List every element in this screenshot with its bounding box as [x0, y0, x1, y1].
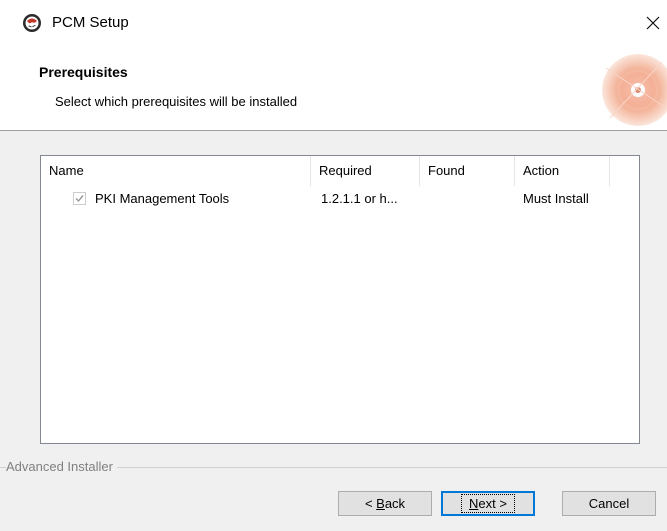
title-bar[interactable]: PCM Setup	[0, 0, 667, 46]
back-button[interactable]: < Back	[338, 491, 432, 516]
cancel-button[interactable]: Cancel	[562, 491, 656, 516]
back-mnemonic: B	[376, 496, 385, 511]
back-rest: ack	[384, 496, 406, 511]
checkmark-icon	[75, 195, 84, 203]
page-subtitle: Select which prerequisites will be insta…	[55, 94, 298, 109]
setup-globe-icon	[22, 13, 42, 33]
prerequisite-required: 1.2.1.1 or h...	[321, 191, 398, 206]
prerequisite-action: Must Install	[523, 191, 589, 206]
list-item[interactable]: PKI Management Tools 1.2.1.1 or h... Mus…	[41, 186, 639, 212]
window-title: PCM Setup	[52, 14, 129, 31]
disc-art-icon	[596, 48, 667, 128]
setup-window: PCM Setup Prerequisites Select which pre…	[0, 0, 667, 531]
close-button[interactable]	[638, 0, 667, 46]
next-button[interactable]: Next >	[441, 491, 535, 516]
prerequisite-checkbox[interactable]	[73, 192, 86, 205]
branding-separator: Advanced Installer	[0, 459, 667, 475]
list-header: Name Required Found Action	[41, 156, 639, 186]
column-header-found[interactable]: Found	[420, 156, 515, 186]
prerequisites-list[interactable]: Name Required Found Action PKI Managemen…	[40, 155, 640, 444]
close-icon	[646, 16, 659, 30]
prerequisite-name: PKI Management Tools	[95, 191, 230, 206]
column-header-required[interactable]: Required	[311, 156, 420, 186]
next-mnemonic: N	[469, 496, 479, 511]
next-rest: ext >	[478, 496, 507, 511]
column-header-name[interactable]: Name	[41, 156, 311, 186]
back-prefix: <	[364, 496, 377, 511]
page-title: Prerequisites	[39, 64, 128, 80]
page-header: Prerequisites Select which prerequisites…	[0, 46, 667, 131]
column-header-action[interactable]: Action	[515, 156, 610, 186]
branding-text: Advanced Installer	[6, 459, 117, 475]
